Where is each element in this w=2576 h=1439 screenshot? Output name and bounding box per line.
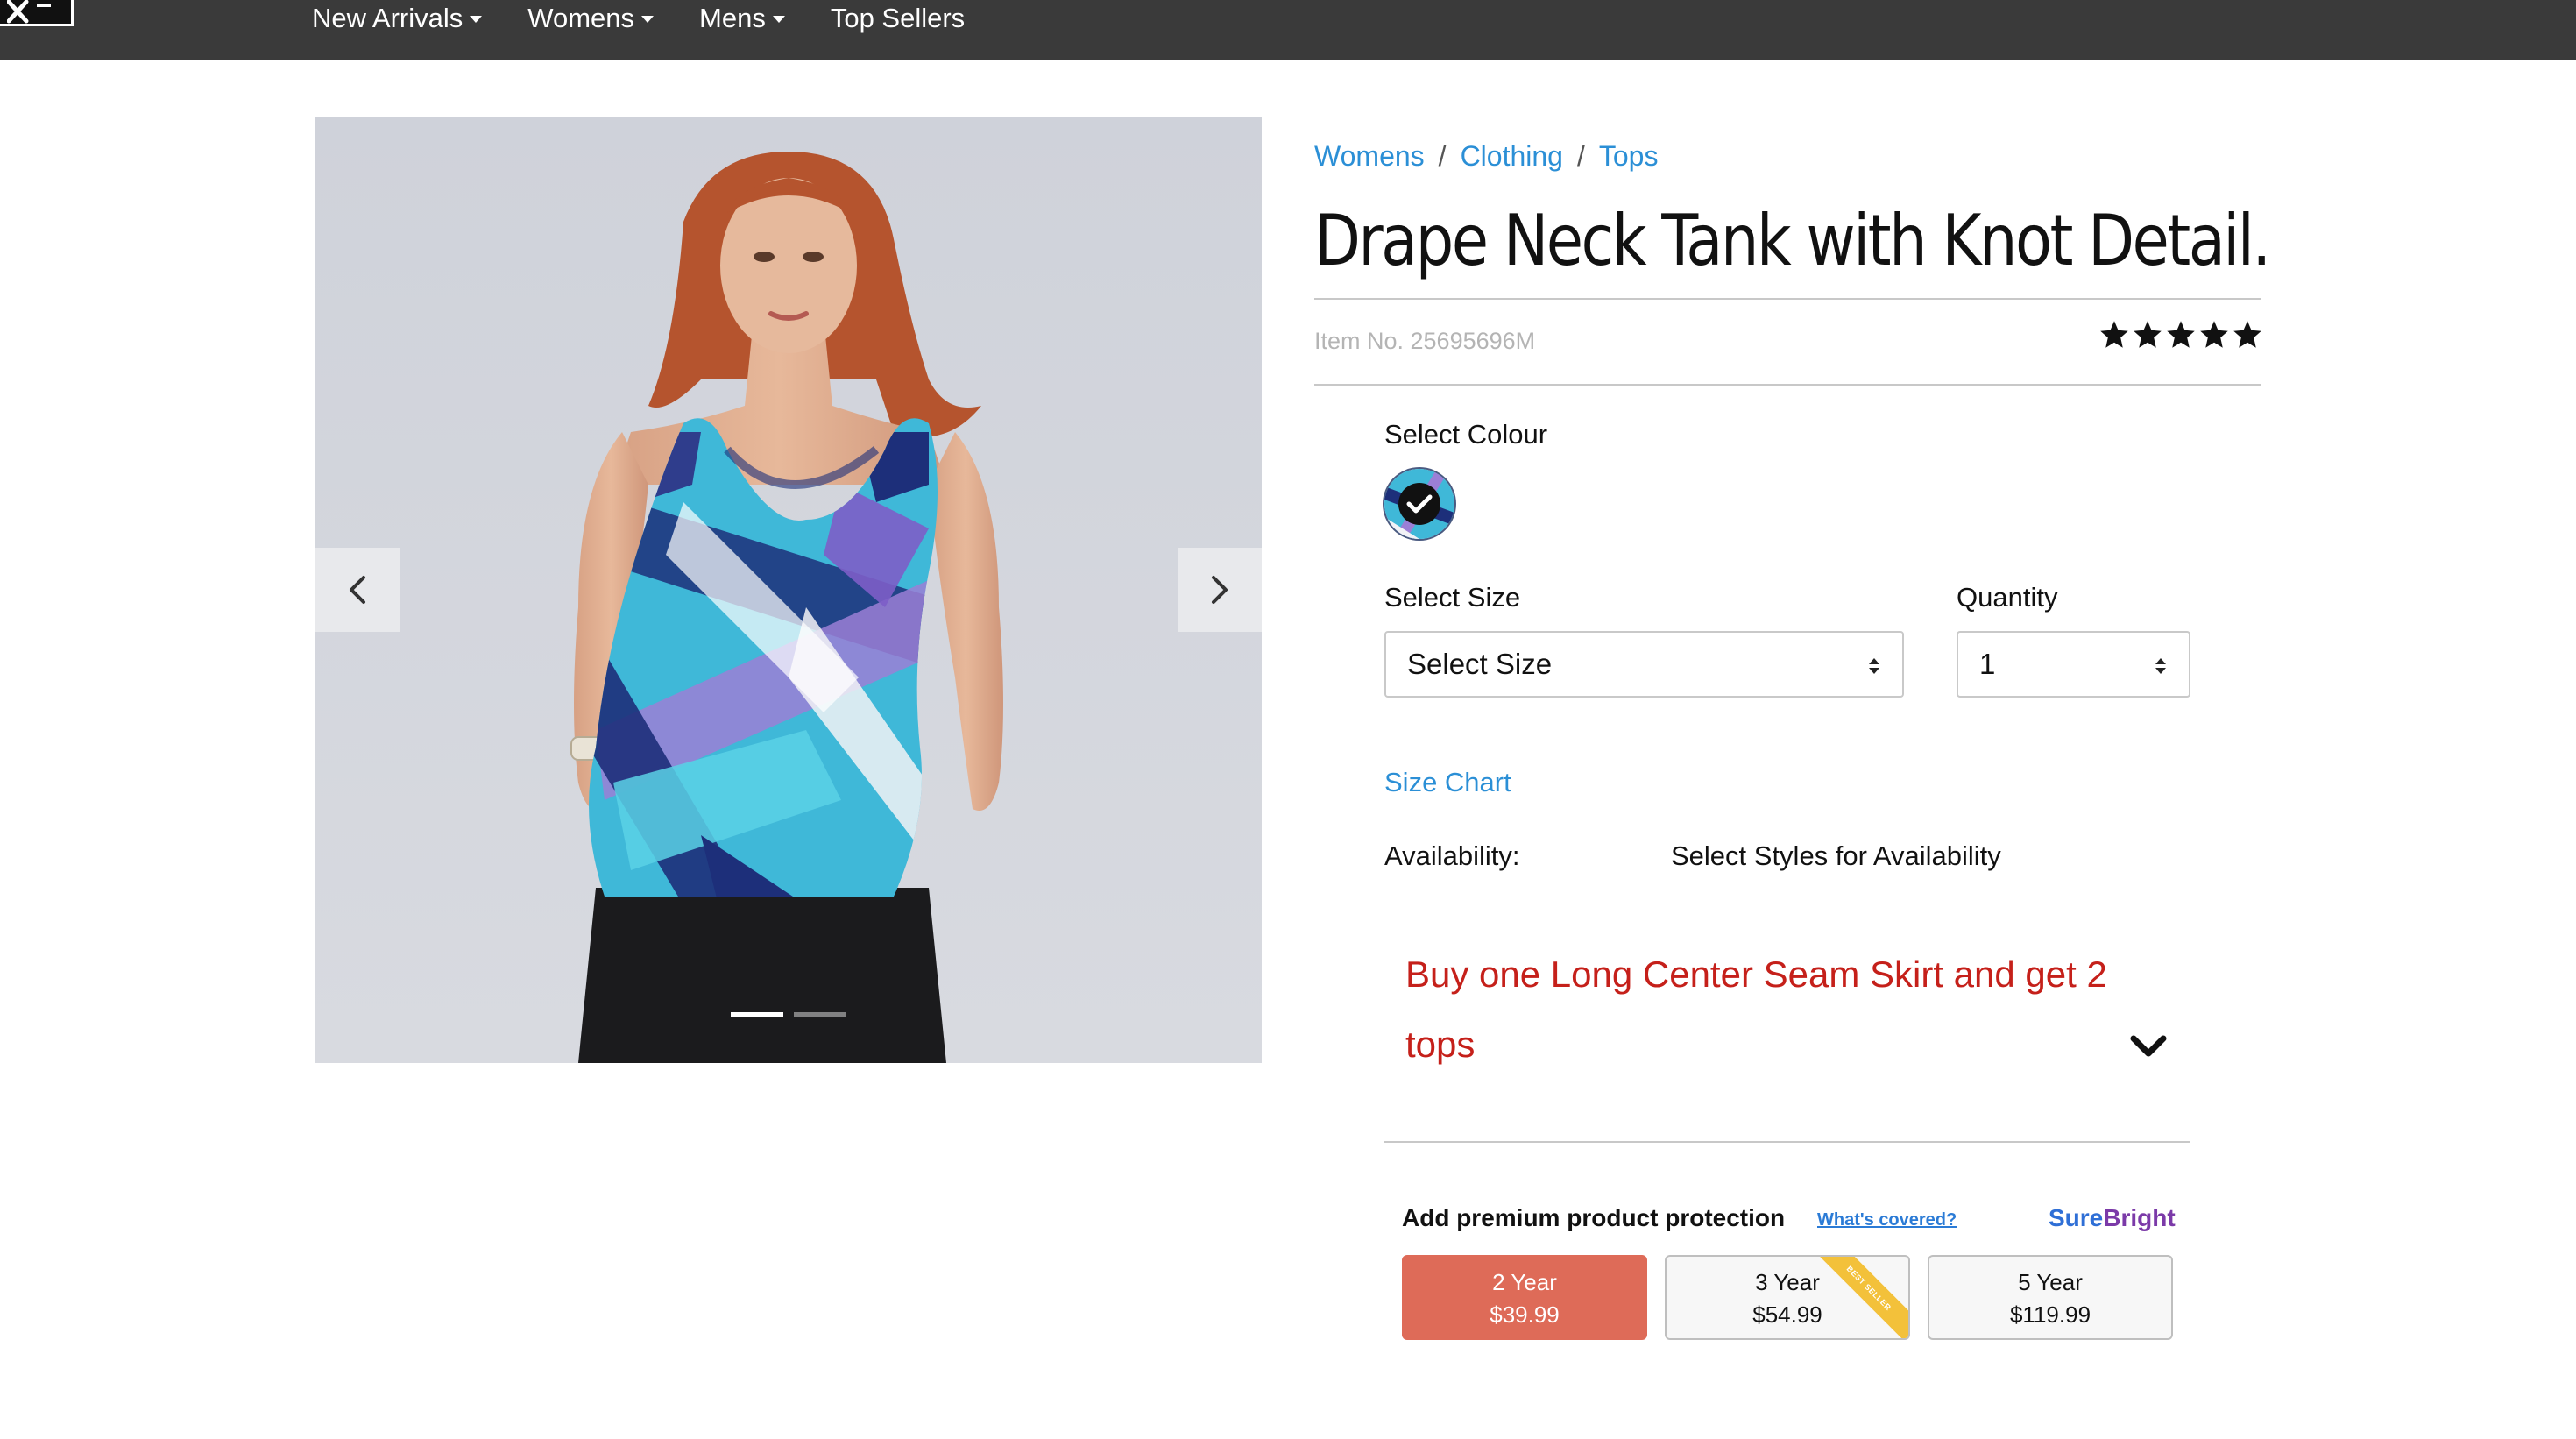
nav-label: Mens <box>699 3 766 33</box>
item-number: Item No. 25695696M <box>1314 328 1536 354</box>
brand-name-part1: Sure <box>2049 1204 2104 1231</box>
caret-down-icon <box>641 16 655 23</box>
whats-covered-link[interactable]: What's covered? <box>1817 1210 1957 1230</box>
size-chart-link[interactable]: Size Chart <box>1384 767 1511 798</box>
nav-top-sellers[interactable]: Top Sellers <box>831 3 965 34</box>
divider <box>1314 384 2261 386</box>
chevron-down-icon <box>2130 1035 2167 1057</box>
plan-term: 5 Year <box>2018 1269 2083 1295</box>
plan-2-year[interactable]: 2 Year $39.99 <box>1402 1255 1647 1340</box>
plan-price: $119.99 <box>2009 1301 2091 1328</box>
protection-title: Add premium product protection <box>1402 1204 1786 1231</box>
carousel-indicators <box>731 1012 857 1017</box>
nav-label: Top Sellers <box>830 3 966 33</box>
promo-message: Buy one Long Center Seam Skirt and get 2… <box>1405 953 2107 1065</box>
promo-expand-toggle[interactable] <box>2129 1034 2168 1065</box>
rating-stars <box>2098 319 2264 351</box>
star-icon <box>2233 321 2261 348</box>
divider <box>1384 1141 2190 1143</box>
divider <box>1314 298 2261 300</box>
breadcrumb: Womens / Clothing / Tops <box>1314 140 1658 173</box>
select-arrows-icon <box>2155 658 2166 674</box>
brand-name-part2: Bright <box>2103 1204 2176 1231</box>
breadcrumb-tops[interactable]: Tops <box>1599 140 1659 173</box>
carousel-next-button[interactable] <box>1178 548 1262 632</box>
caret-down-icon <box>470 16 483 23</box>
quantity-select-value: 1 <box>1979 648 1996 680</box>
colour-swatch-print[interactable] <box>1384 469 1454 539</box>
carousel-indicator-1[interactable] <box>731 1012 783 1017</box>
nav-mens[interactable]: Mens <box>699 3 785 34</box>
star-icon <box>2200 321 2228 348</box>
chevron-right-icon <box>1212 576 1228 604</box>
carousel-indicator-2[interactable] <box>794 1012 846 1017</box>
chevron-left-icon <box>350 576 365 604</box>
star-icon <box>2167 321 2195 348</box>
checkmark-icon <box>1406 494 1433 514</box>
size-select-value: Select Size <box>1407 648 1553 680</box>
breadcrumb-separator: / <box>1438 140 1447 172</box>
surebright-logo: SureBright <box>2049 1204 2176 1232</box>
product-title: Drape Neck Tank with Knot Detail. <box>1314 200 2271 281</box>
select-size-label: Select Size <box>1384 582 1521 613</box>
size-select[interactable]: Select Size <box>1384 631 1904 698</box>
product-image-carousel[interactable] <box>315 117 1262 1063</box>
nav-label: New Arrivals <box>312 3 464 33</box>
plan-term: 2 Year <box>1492 1269 1557 1295</box>
product-photo <box>315 117 1262 1063</box>
caret-down-icon <box>772 16 785 23</box>
plan-price: $39.99 <box>1490 1301 1560 1328</box>
nav-label: Womens <box>527 3 635 33</box>
availability-label: Availability: <box>1384 840 1520 871</box>
select-arrows-icon <box>1869 658 1879 674</box>
nav-womens[interactable]: Womens <box>527 3 655 34</box>
breadcrumb-clothing[interactable]: Clothing <box>1461 140 1563 173</box>
plan-5-year[interactable]: 5 Year $119.99 <box>1928 1255 2173 1340</box>
star-icon <box>2100 321 2128 348</box>
plan-3-year[interactable]: 3 Year $54.99 BEST SELLER <box>1665 1255 1910 1340</box>
carousel-prev-button[interactable] <box>315 548 400 632</box>
top-navbar: New Arrivals Womens Mens Top Sellers <box>0 0 2576 60</box>
availability-value: Select Styles for Availability <box>1671 840 2001 871</box>
star-icon <box>2134 321 2162 348</box>
quantity-label: Quantity <box>1957 582 2058 613</box>
logo-icon <box>7 0 51 24</box>
nav-new-arrivals[interactable]: New Arrivals <box>312 3 483 34</box>
select-colour-label: Select Colour <box>1384 419 1548 450</box>
breadcrumb-separator: / <box>1576 140 1585 172</box>
breadcrumb-womens[interactable]: Womens <box>1314 140 1425 173</box>
main-menu: New Arrivals Womens Mens Top Sellers <box>312 0 1010 37</box>
site-logo[interactable] <box>0 0 74 26</box>
selected-check <box>1398 483 1440 525</box>
quantity-select[interactable]: 1 <box>1957 631 2190 698</box>
